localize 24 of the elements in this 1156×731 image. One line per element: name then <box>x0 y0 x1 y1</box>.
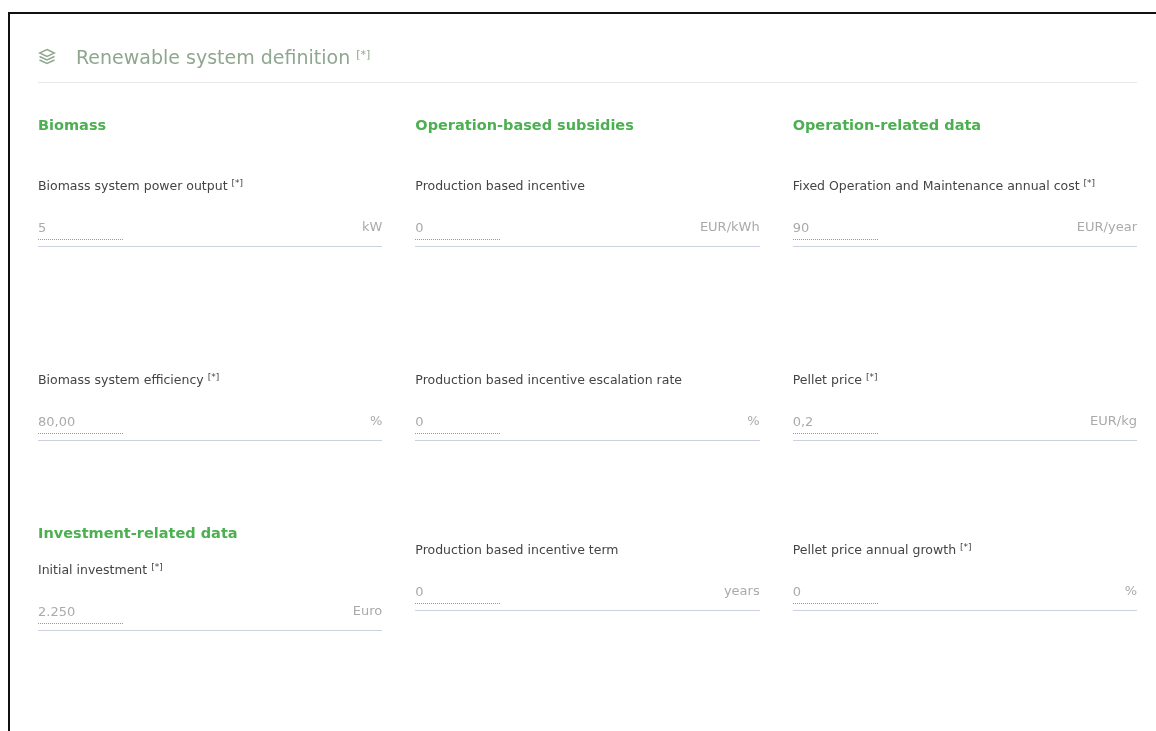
section-heading: Operation-related data <box>792 116 983 135</box>
field-label: Pellet price $^{[*]}$ <box>792 371 879 389</box>
input-field[interactable]: 0 % <box>415 401 760 441</box>
field-label: Production based incentive <box>415 177 586 195</box>
input-field[interactable]: 0 % <box>792 571 1137 611</box>
input-field[interactable]: 80,00 % <box>38 401 383 441</box>
input-field[interactable]: 0 years <box>415 571 760 611</box>
field-label: Pellet price annual growth $^{[*]}$ <box>792 541 973 559</box>
field-label: Biomass system efficiency $^{[*]}$ <box>38 371 221 389</box>
section-heading: Investment-related data <box>38 524 239 543</box>
section-heading: Biomass <box>38 116 108 135</box>
layers-icon <box>38 48 56 66</box>
section-heading: Operation-based subsidies <box>415 116 635 135</box>
field-label: Initial investment $^{[*]}$ <box>38 561 164 579</box>
input-field[interactable]: 2.250 Euro <box>38 591 383 631</box>
field-label: Production based incentive term <box>415 541 620 559</box>
input-field[interactable]: 0 EUR/kWh <box>415 207 760 247</box>
field-label: Biomass system power output $^{[*]}$ <box>38 177 245 195</box>
panel-title: Renewable system definition $^{[*]}$ <box>76 44 371 70</box>
field-label: Production based incentive escalation rate <box>415 371 683 389</box>
field-label: Fixed Operation and Maintenance annual cost $^{[*]}$ <box>792 177 1097 195</box>
input-field[interactable]: 90 EUR/year <box>792 207 1137 247</box>
input-field[interactable]: 5 kW <box>38 207 383 247</box>
input-field[interactable]: 0,2 EUR/kg <box>792 401 1137 441</box>
